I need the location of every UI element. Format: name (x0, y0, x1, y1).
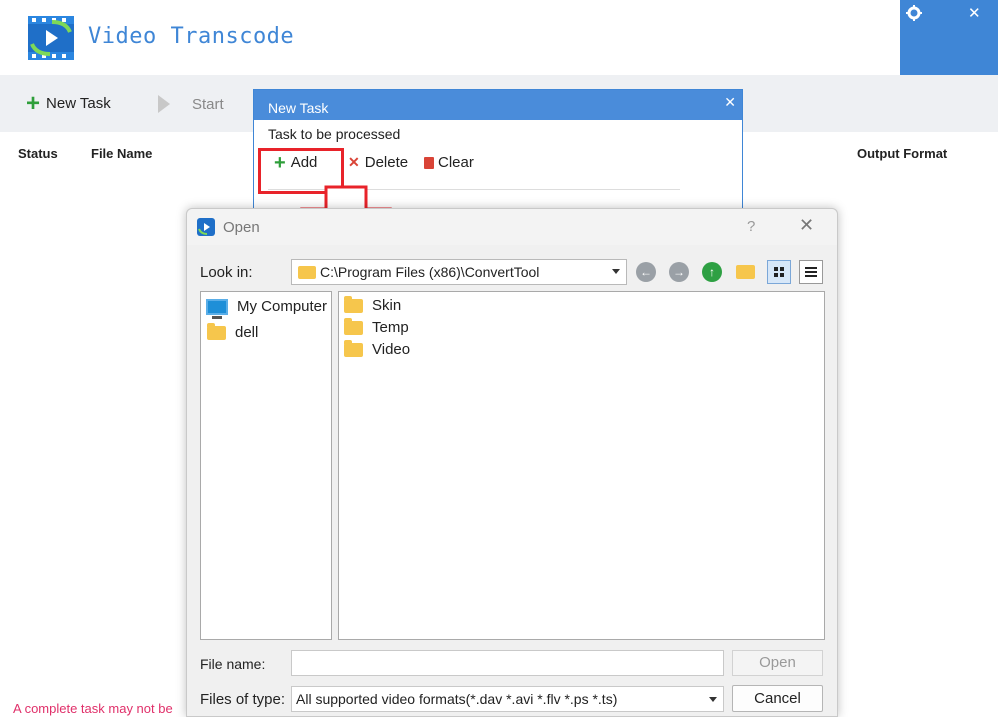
place-my-computer[interactable]: My Computer (206, 298, 328, 319)
folder-label: Video (372, 341, 411, 358)
folder-icon (344, 295, 363, 313)
start-button[interactable]: Start (158, 95, 224, 113)
new-task-titlebar: New Task ✕ (254, 90, 742, 120)
folder-icon (344, 317, 363, 335)
app-title: Video Transcode (88, 24, 295, 49)
computer-icon (206, 298, 228, 319)
file-name-input[interactable] (291, 650, 724, 676)
open-dialog: Open ? ✕ Look in: C:\Program Files (x86)… (186, 208, 838, 717)
look-in-value: C:\Program Files (x86)\ConvertTool (320, 264, 540, 280)
help-icon[interactable]: ? (747, 218, 755, 235)
new-folder-icon[interactable] (736, 265, 755, 279)
new-task-button[interactable]: + New Task (26, 89, 111, 117)
start-label: Start (192, 95, 224, 113)
back-icon[interactable]: ← (636, 262, 656, 282)
folder-item-temp[interactable]: Temp (344, 317, 409, 336)
folder-icon (298, 265, 316, 279)
file-list: Skin Temp Video (338, 291, 825, 640)
chevron-down-icon (612, 269, 620, 274)
gear-icon[interactable] (906, 5, 922, 21)
files-of-type-select[interactable]: All supported video formats(*.dav *.avi … (291, 686, 724, 712)
trash-icon (424, 156, 434, 169)
place-label: My Computer (237, 298, 328, 315)
folder-item-skin[interactable]: Skin (344, 295, 402, 314)
cancel-button[interactable]: Cancel (732, 685, 823, 712)
new-task-label: New Task (46, 95, 111, 112)
chevron-down-icon (709, 697, 717, 702)
new-task-title: New Task (268, 100, 329, 116)
look-in-label: Look in: (200, 264, 253, 281)
place-dell[interactable]: dell (207, 322, 259, 341)
close-icon[interactable]: ✕ (724, 94, 736, 111)
open-dialog-titlebar: Open ? ✕ (187, 209, 837, 245)
up-icon[interactable]: ↑ (702, 262, 722, 282)
folder-label: Temp (372, 319, 409, 336)
delete-button[interactable]: ✕ Delete (348, 154, 408, 171)
detail-view-icon[interactable] (799, 260, 823, 284)
file-name-label: File name: (200, 656, 266, 672)
column-output-format[interactable]: Output Format (857, 146, 947, 161)
column-status[interactable]: Status (18, 146, 58, 161)
folder-item-video[interactable]: Video (344, 339, 411, 358)
window-controls: ✕ (900, 0, 998, 75)
app-logo-icon (197, 218, 215, 236)
app-header: Video Transcode ✕ (0, 0, 998, 75)
play-icon (158, 95, 170, 113)
close-icon[interactable]: ✕ (799, 215, 814, 236)
plus-icon: + (26, 89, 41, 117)
column-file-name[interactable]: File Name (91, 146, 152, 161)
files-of-type-label: Files of type: (200, 691, 286, 708)
folder-label: Skin (372, 297, 402, 314)
delete-label: Delete (364, 154, 409, 171)
clear-button[interactable]: Clear (424, 154, 474, 171)
clear-label: Clear (438, 154, 474, 171)
app-logo-icon (28, 16, 74, 60)
folder-icon (207, 322, 226, 340)
icon-view-icon[interactable] (767, 260, 791, 284)
footer-note: A complete task may not be (13, 701, 173, 716)
new-task-subtitle: Task to be processed (268, 126, 401, 142)
files-of-type-value: All supported video formats(*.dav *.avi … (296, 691, 618, 707)
forward-icon[interactable]: → (669, 262, 689, 282)
close-icon[interactable]: ✕ (968, 4, 981, 22)
look-in-select[interactable]: C:\Program Files (x86)\ConvertTool (291, 259, 627, 285)
places-panel: My Computer dell (200, 291, 332, 640)
place-label: dell (235, 324, 259, 341)
open-button[interactable]: Open (732, 650, 823, 676)
folder-icon (344, 339, 363, 357)
delete-x-icon: ✕ (348, 154, 360, 170)
open-dialog-title: Open (223, 219, 260, 236)
